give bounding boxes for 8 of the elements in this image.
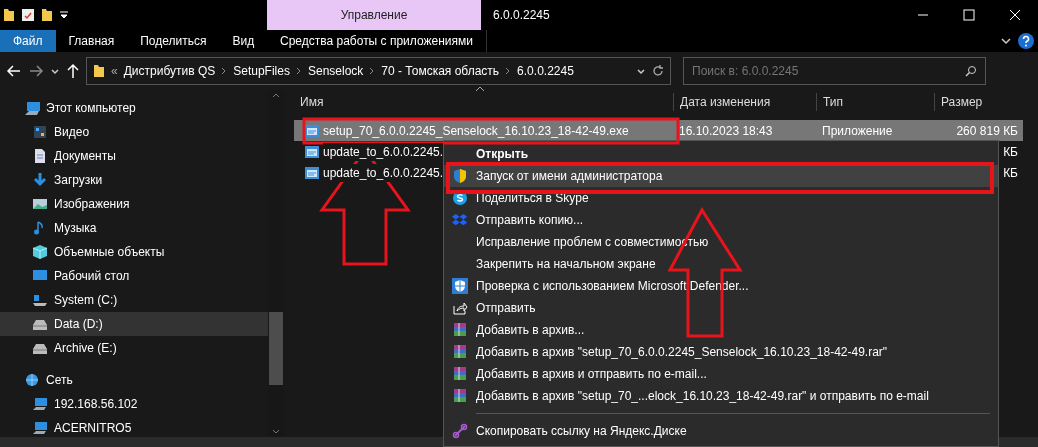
window-title: 6.0.0.2245 [493, 7, 551, 24]
file-size: КБ [1003, 144, 1018, 159]
file-name: update_to_6.0.0.2245. [323, 163, 444, 182]
context-tab-header: Управление [267, 0, 481, 30]
file-size: 260 819 КБ [956, 123, 1018, 138]
file-date: 16.10.2023 18:43 [679, 123, 773, 138]
file-size: КБ [1003, 165, 1018, 180]
file-type: Приложение [822, 123, 893, 138]
